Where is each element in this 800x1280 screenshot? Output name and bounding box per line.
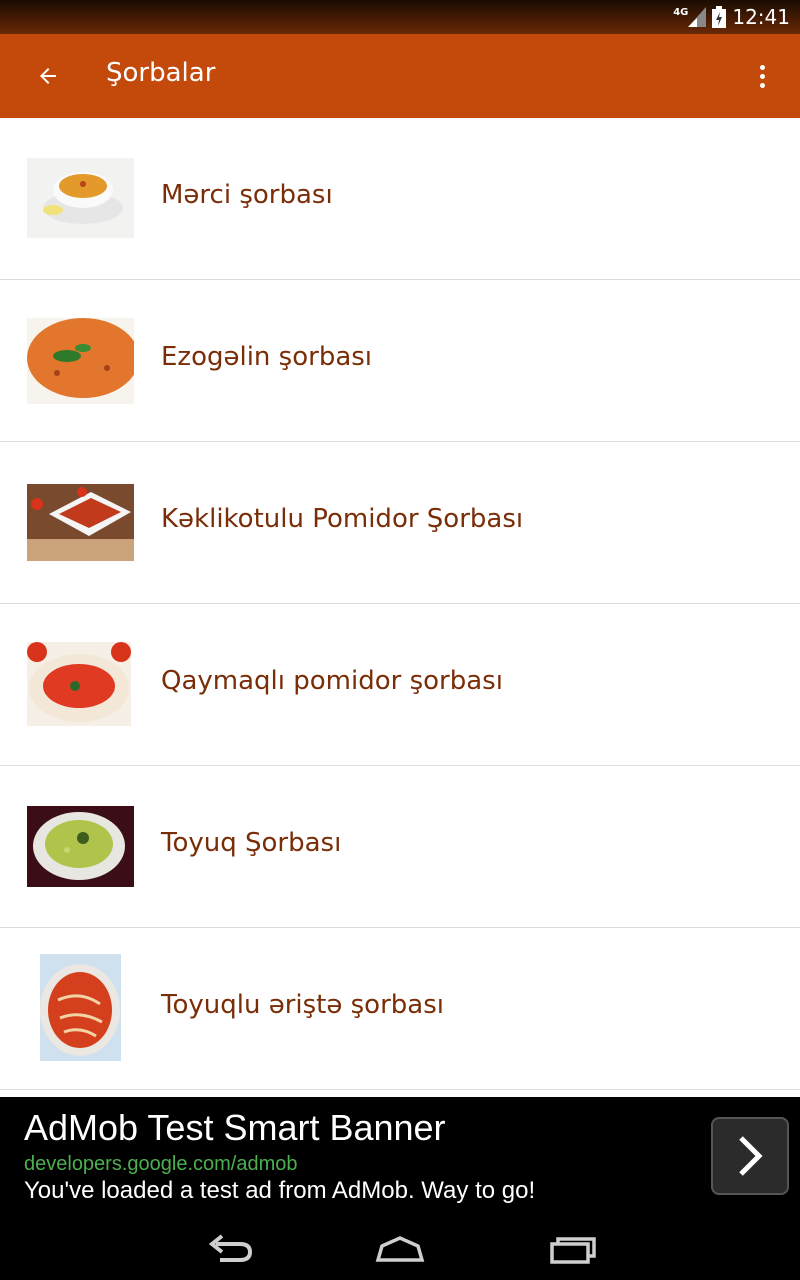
list-item[interactable]: Toyuq Şorbası bbox=[0, 766, 800, 928]
recents-nav-icon bbox=[550, 1237, 596, 1264]
item-label: Toyuqlu əriştə şorbası bbox=[161, 990, 444, 1020]
soup-list: Mərci şorbası Ezogəlin şorbası Kəklikotu… bbox=[0, 118, 800, 1090]
item-label: Mərci şorbası bbox=[161, 180, 333, 210]
item-label: Qaymaqlı pomidor şorbası bbox=[161, 666, 503, 696]
chevron-right-icon bbox=[739, 1136, 763, 1176]
home-nav-icon bbox=[375, 1236, 425, 1262]
ad-open-button[interactable] bbox=[711, 1117, 789, 1195]
item-label: Toyuq Şorbası bbox=[161, 828, 342, 858]
nav-home-button[interactable] bbox=[370, 1227, 430, 1271]
battery-icon bbox=[712, 6, 727, 28]
status-icons: 4G 12:41 bbox=[673, 4, 790, 30]
app-bar: Şorbalar bbox=[0, 34, 800, 118]
cream-tomato-soup-thumb bbox=[27, 642, 131, 726]
nav-recents-button[interactable] bbox=[542, 1227, 602, 1271]
back-nav-icon bbox=[208, 1234, 253, 1262]
thyme-tomato-soup-thumb bbox=[27, 484, 134, 561]
list-item[interactable]: Toyuqlu əriştə şorbası bbox=[0, 928, 800, 1090]
overflow-menu-button[interactable] bbox=[746, 56, 778, 96]
ad-title: AdMob Test Smart Banner bbox=[24, 1107, 446, 1148]
lentil-soup-thumb bbox=[27, 158, 134, 238]
list-item[interactable]: Ezogəlin şorbası bbox=[0, 280, 800, 442]
chicken-noodle-soup-thumb bbox=[40, 954, 121, 1061]
list-item[interactable]: Kəklikotulu Pomidor Şorbası bbox=[0, 442, 800, 604]
system-nav-bar bbox=[0, 1217, 800, 1280]
signal-icon bbox=[688, 7, 707, 27]
more-vert-icon bbox=[759, 64, 765, 70]
nav-back-button[interactable] bbox=[200, 1227, 260, 1271]
chicken-soup-thumb bbox=[27, 806, 134, 887]
list-item[interactable]: Mərci şorbası bbox=[0, 118, 800, 280]
item-label: Ezogəlin şorbası bbox=[161, 342, 373, 372]
ad-text: You've loaded a test ad from AdMob. Way … bbox=[24, 1177, 536, 1204]
network-label: 4G bbox=[673, 6, 689, 18]
arrow-back-icon bbox=[40, 68, 56, 84]
back-button[interactable] bbox=[26, 54, 70, 98]
page-title: Şorbalar bbox=[106, 58, 216, 88]
ad-banner[interactable]: AdMob Test Smart Banner developers.googl… bbox=[0, 1097, 800, 1217]
list-item[interactable]: Qaymaqlı pomidor şorbası bbox=[0, 604, 800, 766]
item-label: Kəklikotulu Pomidor Şorbası bbox=[161, 504, 524, 534]
status-bar: 4G 12:41 bbox=[0, 0, 800, 34]
clock: 12:41 bbox=[732, 5, 790, 29]
ad-url: developers.google.com/admob bbox=[24, 1153, 298, 1175]
ezogelin-soup-thumb bbox=[27, 318, 134, 404]
